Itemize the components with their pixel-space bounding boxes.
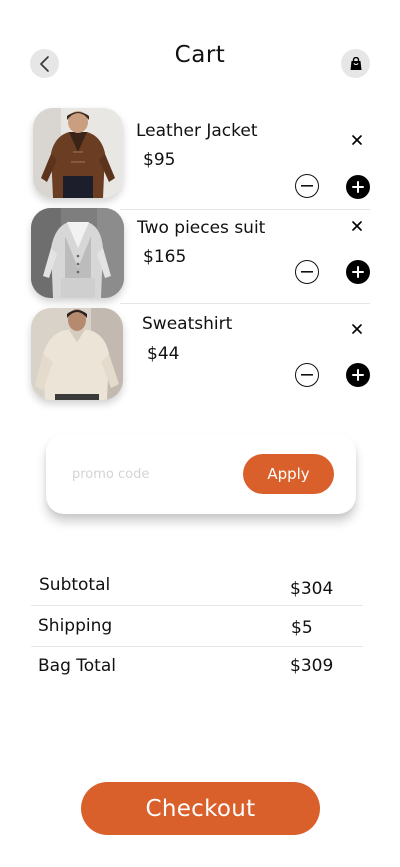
remove-item-button[interactable]: [349, 321, 365, 337]
cart-item-price: $95: [143, 150, 176, 170]
decrement-quantity-button[interactable]: [295, 174, 319, 198]
increment-quantity-button[interactable]: [346, 260, 370, 284]
plus-circle-icon: [352, 369, 364, 381]
increment-quantity-button[interactable]: [346, 175, 370, 199]
cart-item-image-two-pieces-suit: [31, 208, 124, 298]
totals-divider: [31, 605, 363, 606]
sweatshirt-photo: [31, 308, 123, 400]
cart-item-name: Leather Jacket: [136, 121, 258, 141]
shopping-bag-icon: [350, 56, 361, 70]
cart-item-price: $165: [143, 247, 187, 267]
close-icon: [352, 221, 362, 231]
leather-jacket-photo: [33, 108, 123, 198]
cart-item-image-leather-jacket: [33, 108, 123, 198]
remove-item-button[interactable]: [349, 132, 365, 148]
bag-total-value: $309: [290, 656, 334, 676]
cart-item-image-sweatshirt: [31, 308, 123, 400]
shipping-value: $5: [291, 618, 313, 638]
apply-promo-button[interactable]: Apply: [243, 454, 334, 494]
subtotal-label: Subtotal: [39, 575, 111, 595]
remove-item-button[interactable]: [349, 218, 365, 234]
bag-total-label: Bag Total: [38, 656, 116, 676]
minus-circle-icon: [301, 374, 313, 376]
increment-quantity-button[interactable]: [346, 363, 370, 387]
decrement-quantity-button[interactable]: [295, 260, 319, 284]
close-icon: [352, 135, 362, 145]
shipping-label: Shipping: [38, 616, 113, 636]
page-title: Cart: [174, 42, 226, 68]
promo-code-input[interactable]: [72, 462, 222, 486]
plus-circle-icon: [352, 266, 364, 278]
item-divider: [120, 209, 370, 210]
cart-item-name: Two pieces suit: [137, 218, 266, 238]
minus-circle-icon: [301, 271, 313, 273]
close-icon: [352, 324, 362, 334]
cart-item-price: $44: [147, 344, 180, 364]
two-pieces-suit-photo: [31, 208, 124, 298]
totals-divider: [31, 646, 363, 647]
plus-circle-icon: [352, 181, 364, 193]
item-divider: [120, 303, 370, 304]
subtotal-value: $304: [290, 579, 334, 599]
checkout-button[interactable]: Checkout: [81, 782, 320, 835]
bag-button[interactable]: [341, 49, 370, 78]
minus-circle-icon: [301, 185, 313, 187]
decrement-quantity-button[interactable]: [295, 363, 319, 387]
cart-item-name: Sweatshirt: [142, 314, 233, 334]
